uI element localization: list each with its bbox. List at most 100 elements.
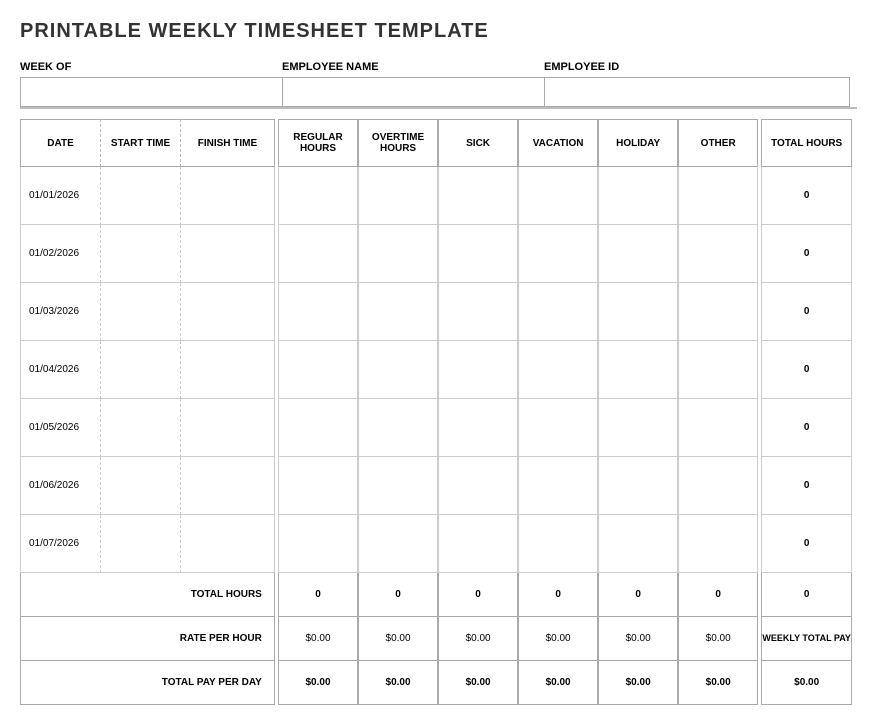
vacation-cell[interactable] <box>518 341 598 399</box>
pay-total: $0.00 <box>761 661 852 705</box>
start-cell[interactable] <box>100 399 180 457</box>
week-of-input[interactable] <box>20 77 282 107</box>
week-of-label: WEEK OF <box>20 61 282 73</box>
regular-cell[interactable] <box>278 399 358 457</box>
finish-cell[interactable] <box>180 341 275 399</box>
overtime-cell[interactable] <box>358 399 438 457</box>
vacation-cell[interactable] <box>518 283 598 341</box>
finish-cell[interactable] <box>180 399 275 457</box>
vacation-cell[interactable] <box>518 515 598 573</box>
holiday-cell[interactable] <box>598 399 678 457</box>
holiday-cell[interactable] <box>598 283 678 341</box>
header-labels: WEEK OF EMPLOYEE NAME EMPLOYEE ID <box>20 61 857 75</box>
date-cell[interactable]: 01/07/2026 <box>20 515 100 573</box>
row-total-cell: 0 <box>761 167 852 225</box>
regular-cell[interactable] <box>278 167 358 225</box>
regular-cell[interactable] <box>278 341 358 399</box>
col-sick: SICK <box>438 119 518 167</box>
rate-overtime: $0.00 <box>358 617 438 661</box>
holiday-cell[interactable] <box>598 167 678 225</box>
overtime-cell[interactable] <box>358 167 438 225</box>
row-total-cell: 0 <box>761 341 852 399</box>
other-cell[interactable] <box>678 283 758 341</box>
sick-cell[interactable] <box>438 399 518 457</box>
row-total-cell: 0 <box>761 283 852 341</box>
sick-cell[interactable] <box>438 167 518 225</box>
start-cell[interactable] <box>100 515 180 573</box>
regular-cell[interactable] <box>278 457 358 515</box>
overtime-cell[interactable] <box>358 225 438 283</box>
regular-cell[interactable] <box>278 225 358 283</box>
employee-name-label: EMPLOYEE NAME <box>282 61 544 73</box>
start-cell[interactable] <box>100 457 180 515</box>
table-row: 01/07/2026 0 <box>20 515 852 573</box>
start-cell[interactable] <box>100 167 180 225</box>
pay-sick: $0.00 <box>438 661 518 705</box>
sick-cell[interactable] <box>438 225 518 283</box>
other-cell[interactable] <box>678 515 758 573</box>
overtime-cell[interactable] <box>358 515 438 573</box>
start-cell[interactable] <box>100 225 180 283</box>
other-cell[interactable] <box>678 225 758 283</box>
col-regular-hours: REGULAR HOURS <box>278 119 358 167</box>
regular-cell[interactable] <box>278 283 358 341</box>
employee-id-input[interactable] <box>544 77 850 107</box>
date-cell[interactable]: 01/04/2026 <box>20 341 100 399</box>
rate-label: RATE PER HOUR <box>20 617 275 661</box>
holiday-cell[interactable] <box>598 515 678 573</box>
finish-cell[interactable] <box>180 283 275 341</box>
date-cell[interactable]: 01/06/2026 <box>20 457 100 515</box>
holiday-cell[interactable] <box>598 457 678 515</box>
start-cell[interactable] <box>100 341 180 399</box>
row-total-cell: 0 <box>761 399 852 457</box>
regular-cell[interactable] <box>278 515 358 573</box>
table-row: 01/02/2026 0 <box>20 225 852 283</box>
total-sick: 0 <box>438 573 518 617</box>
date-cell[interactable]: 01/03/2026 <box>20 283 100 341</box>
sick-cell[interactable] <box>438 341 518 399</box>
date-cell[interactable]: 01/02/2026 <box>20 225 100 283</box>
other-cell[interactable] <box>678 457 758 515</box>
finish-cell[interactable] <box>180 167 275 225</box>
table-row: 01/04/2026 0 <box>20 341 852 399</box>
vacation-cell[interactable] <box>518 457 598 515</box>
sick-cell[interactable] <box>438 515 518 573</box>
other-cell[interactable] <box>678 399 758 457</box>
total-overtime: 0 <box>358 573 438 617</box>
finish-cell[interactable] <box>180 225 275 283</box>
timesheet-table: DATE START TIME FINISH TIME REGULAR HOUR… <box>20 119 852 705</box>
total-regular: 0 <box>278 573 358 617</box>
overtime-cell[interactable] <box>358 283 438 341</box>
page-title: PRINTABLE WEEKLY TIMESHEET TEMPLATE <box>20 20 857 43</box>
start-cell[interactable] <box>100 283 180 341</box>
row-total-cell: 0 <box>761 225 852 283</box>
col-total-hours: TOTAL HOURS <box>761 119 852 167</box>
date-cell[interactable]: 01/01/2026 <box>20 167 100 225</box>
header-inputs <box>20 77 857 109</box>
table-row: 01/05/2026 0 <box>20 399 852 457</box>
employee-name-input[interactable] <box>282 77 544 107</box>
col-overtime-hours: OVERTIME HOURS <box>358 119 438 167</box>
table-row: 01/03/2026 0 <box>20 283 852 341</box>
other-cell[interactable] <box>678 341 758 399</box>
finish-cell[interactable] <box>180 515 275 573</box>
vacation-cell[interactable] <box>518 167 598 225</box>
sick-cell[interactable] <box>438 457 518 515</box>
date-cell[interactable]: 01/05/2026 <box>20 399 100 457</box>
holiday-cell[interactable] <box>598 225 678 283</box>
other-cell[interactable] <box>678 167 758 225</box>
pay-regular: $0.00 <box>278 661 358 705</box>
finish-cell[interactable] <box>180 457 275 515</box>
total-vacation: 0 <box>518 573 598 617</box>
vacation-cell[interactable] <box>518 399 598 457</box>
pay-other: $0.00 <box>678 661 758 705</box>
col-other: OTHER <box>678 119 758 167</box>
total-holiday: 0 <box>598 573 678 617</box>
overtime-cell[interactable] <box>358 341 438 399</box>
overtime-cell[interactable] <box>358 457 438 515</box>
pay-label: TOTAL PAY PER DAY <box>20 661 275 705</box>
holiday-cell[interactable] <box>598 341 678 399</box>
weekly-total-label: WEEKLY TOTAL PAY <box>761 617 852 661</box>
vacation-cell[interactable] <box>518 225 598 283</box>
sick-cell[interactable] <box>438 283 518 341</box>
